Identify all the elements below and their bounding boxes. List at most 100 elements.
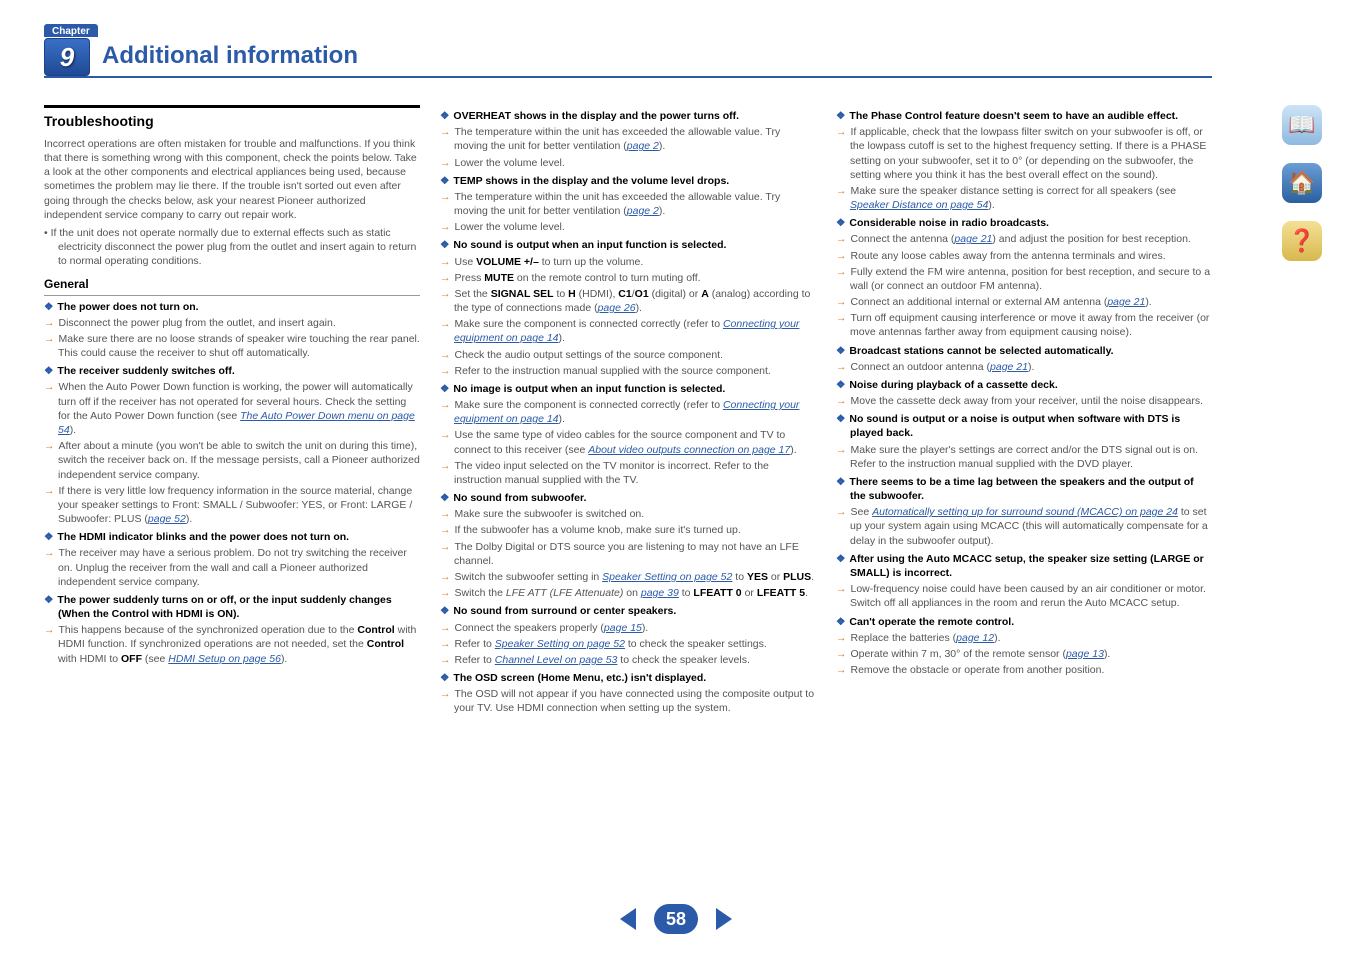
- remedy-text: to: [554, 288, 569, 300]
- remedy-text: Remove the obstacle or operate from anot…: [851, 664, 1105, 676]
- link-speaker-setting[interactable]: Speaker Setting on page 52: [495, 638, 625, 650]
- bold-text: C1: [618, 288, 631, 300]
- remedy-text: ) and adjust the position for best recep…: [992, 233, 1190, 245]
- remedy: →Turn off equipment causing interference…: [836, 311, 1212, 339]
- remedy: →The receiver may have a serious problem…: [44, 546, 420, 589]
- remedy-text: with HDMI to: [58, 653, 121, 665]
- remedy-text: ).: [994, 632, 1000, 644]
- remedy: →When the Auto Power Down function is wo…: [44, 380, 420, 437]
- link-page-2[interactable]: page 2: [627, 205, 659, 217]
- content-columns: Troubleshooting Incorrect operations are…: [44, 105, 1212, 718]
- remedy: →Replace the batteries (page 12).: [836, 631, 1212, 645]
- remedy-text: Route any loose cables away from the ant…: [851, 250, 1166, 262]
- remedy-text: Make sure the component is connected cor…: [455, 399, 723, 411]
- italic-text: LFE ATT (LFE Attenuate): [506, 587, 623, 599]
- symptom: ❖No sound from subwoofer.: [440, 491, 816, 505]
- link-page-13[interactable]: page 13: [1066, 648, 1104, 660]
- prev-page-button[interactable]: [620, 908, 636, 930]
- home-icon[interactable]: 🏠: [1282, 163, 1322, 203]
- remedy: →Connect the antenna (page 21) and adjus…: [836, 232, 1212, 246]
- remedy-text: Lower the volume level.: [455, 221, 565, 233]
- remedy: →Fully extend the FM wire antenna, posit…: [836, 265, 1212, 293]
- next-page-button[interactable]: [716, 908, 732, 930]
- remedy: →If applicable, check that the lowpass f…: [836, 125, 1212, 182]
- link-video-outputs[interactable]: About video outputs connection on page 1…: [588, 444, 790, 456]
- symptom: ❖TEMP shows in the display and the volum…: [440, 174, 816, 188]
- remedy: →The temperature within the unit has exc…: [440, 125, 816, 153]
- remedy-text: ).: [70, 424, 76, 436]
- help-icon[interactable]: ❓: [1282, 221, 1322, 261]
- symptom: ❖The receiver suddenly switches off.: [44, 364, 420, 378]
- remedy-text: See: [851, 506, 873, 518]
- symptom: ❖There seems to be a time lag between th…: [836, 475, 1212, 503]
- side-icon-bar: 📖 🏠 ❓: [1282, 105, 1322, 261]
- intro-paragraph: Incorrect operations are often mistaken …: [44, 137, 420, 222]
- link-page-52[interactable]: page 52: [148, 513, 186, 525]
- link-page-12[interactable]: page 12: [956, 632, 994, 644]
- symptom: ❖The OSD screen (Home Menu, etc.) isn't …: [440, 671, 816, 685]
- remedy: →Make sure there are no loose strands of…: [44, 332, 420, 360]
- bold-text: O1: [635, 288, 649, 300]
- title-rule: [44, 76, 1212, 78]
- symptom: ❖Can't operate the remote control.: [836, 615, 1212, 629]
- remedy-text: ).: [642, 622, 648, 634]
- column-2: ❖OVERHEAT shows in the display and the p…: [440, 105, 816, 718]
- link-channel-level[interactable]: Channel Level on page 53: [495, 654, 618, 666]
- remedy-text: on: [623, 587, 641, 599]
- remedy-text: Switch the: [455, 587, 506, 599]
- remedy: →Refer to Channel Level on page 53 to ch…: [440, 653, 816, 667]
- remedy-text: to turn up the volume.: [539, 256, 643, 268]
- link-page-21[interactable]: page 21: [1107, 296, 1145, 308]
- link-page-26[interactable]: page 26: [598, 302, 636, 314]
- remedy-text: ).: [790, 444, 796, 456]
- remedy-text: Check the audio output settings of the s…: [455, 349, 724, 361]
- bold-text: LFEATT 0: [693, 587, 741, 599]
- remedy: →Connect an additional internal or exter…: [836, 295, 1212, 309]
- link-page-21[interactable]: page 21: [990, 361, 1028, 373]
- link-speaker-distance[interactable]: Speaker Distance on page 54: [850, 199, 988, 211]
- remedy-text: Use: [455, 256, 477, 268]
- remedy-text: or: [742, 587, 757, 599]
- symptom-text: The power does not turn on.: [57, 301, 198, 313]
- symptom: ❖No sound from surround or center speake…: [440, 604, 816, 618]
- section-rule: [44, 105, 420, 108]
- toc-icon[interactable]: 📖: [1282, 105, 1322, 145]
- link-mcacc[interactable]: Automatically setting up for surround so…: [872, 506, 1178, 518]
- remedy: →Connect an outdoor antenna (page 21).: [836, 360, 1212, 374]
- remedy-text: (see: [142, 653, 168, 665]
- remedy-text: Make sure the subwoofer is switched on.: [455, 508, 645, 520]
- remedy: →Set the SIGNAL SEL to H (HDMI), C1/O1 (…: [440, 287, 816, 315]
- remedy-text: ).: [988, 199, 994, 211]
- remedy-text: The temperature within the unit has exce…: [454, 191, 780, 217]
- remedy: →Use the same type of video cables for t…: [440, 428, 816, 456]
- symptom-text: After using the Auto MCACC setup, the sp…: [849, 553, 1203, 579]
- remedy-text: Low-frequency noise could have been caus…: [850, 583, 1206, 609]
- remedy: →Switch the LFE ATT (LFE Attenuate) on p…: [440, 586, 816, 600]
- symptom-text: No sound is output when an input functio…: [453, 239, 726, 251]
- remedy-text: Refer to: [455, 638, 495, 650]
- remedy-text: If applicable, check that the lowpass fi…: [850, 126, 1206, 181]
- remedy-text: ).: [186, 513, 192, 525]
- link-page-21[interactable]: page 21: [954, 233, 992, 245]
- link-hdmi-setup[interactable]: HDMI Setup on page 56: [168, 653, 281, 665]
- symptom-text: The OSD screen (Home Menu, etc.) isn't d…: [453, 672, 706, 684]
- symptom-text: Noise during playback of a cassette deck…: [849, 379, 1057, 391]
- symptom: ❖The power suddenly turns on or off, or …: [44, 593, 420, 621]
- remedy: →Connect the speakers properly (page 15)…: [440, 621, 816, 635]
- footer-nav: 58: [0, 904, 1352, 934]
- remedy: →Press MUTE on the remote control to tur…: [440, 271, 816, 285]
- page-number-badge: 58: [654, 904, 698, 934]
- remedy: →Operate within 7 m, 30° of the remote s…: [836, 647, 1212, 661]
- remedy-text: ).: [559, 413, 565, 425]
- link-page-2[interactable]: page 2: [627, 140, 659, 152]
- symptom-text: The power suddenly turns on or off, or t…: [57, 594, 391, 620]
- remedy-text: Make sure the speaker distance setting i…: [851, 185, 1177, 197]
- link-page-15[interactable]: page 15: [604, 622, 642, 634]
- remedy-text: Fully extend the FM wire antenna, positi…: [850, 266, 1210, 292]
- remedy-text: Connect the antenna (: [851, 233, 955, 245]
- remedy-text: After about a minute (you won't be able …: [58, 440, 420, 480]
- bold-text: MUTE: [484, 272, 514, 284]
- link-page-39[interactable]: page 39: [641, 587, 679, 599]
- link-speaker-setting[interactable]: Speaker Setting on page 52: [602, 571, 732, 583]
- remedy: →The temperature within the unit has exc…: [440, 190, 816, 218]
